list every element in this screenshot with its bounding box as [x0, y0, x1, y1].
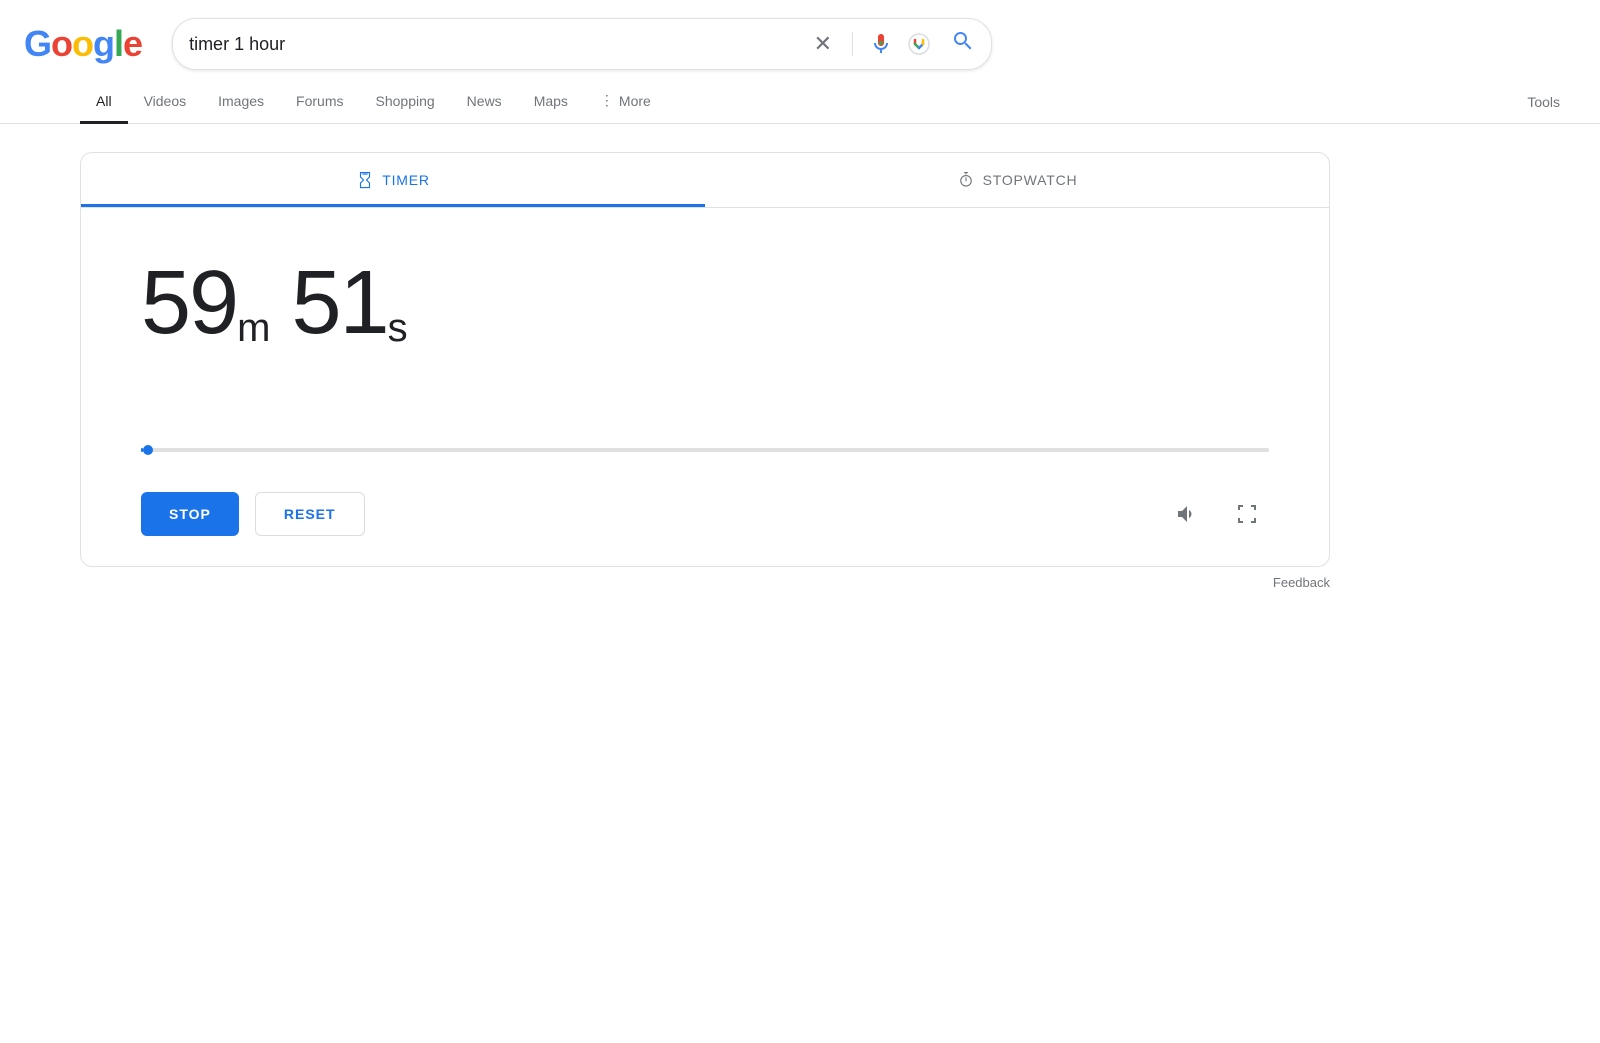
mic-icon[interactable]	[867, 30, 895, 58]
hourglass-icon	[356, 171, 374, 189]
tab-images[interactable]: Images	[202, 81, 280, 124]
timer-card: TIMER STOPWATCH 59m 51s	[80, 152, 1330, 567]
feedback-link[interactable]: Feedback	[1273, 575, 1330, 590]
stopwatch-icon	[957, 171, 975, 189]
nav-tabs: All Videos Images Forums Shopping News M…	[0, 80, 1600, 124]
dots-icon: ⋮	[600, 92, 614, 109]
google-logo[interactable]: Google	[24, 23, 142, 65]
lens-icon[interactable]	[905, 30, 933, 58]
fullscreen-icon[interactable]	[1225, 492, 1269, 536]
tab-more[interactable]: ⋮ More	[584, 80, 667, 124]
timer-seconds: 51	[291, 253, 387, 353]
timer-tabs: TIMER STOPWATCH	[81, 153, 1329, 208]
clear-icon[interactable]: ✕	[808, 31, 838, 57]
progress-bar-bg	[141, 448, 1269, 452]
search-icon[interactable]	[943, 29, 975, 59]
timer-display-area: 59m 51s	[81, 208, 1329, 448]
progress-bar-container	[81, 448, 1329, 472]
tab-maps[interactable]: Maps	[518, 81, 584, 124]
main-content: TIMER STOPWATCH 59m 51s	[0, 124, 1600, 618]
tab-all[interactable]: All	[80, 81, 128, 124]
search-input[interactable]	[189, 34, 798, 55]
volume-icon[interactable]	[1165, 492, 1209, 536]
search-divider	[852, 32, 853, 56]
tab-news[interactable]: News	[451, 81, 518, 124]
header: Google ✕	[0, 0, 1600, 80]
progress-dot	[143, 445, 153, 455]
reset-button[interactable]: RESET	[255, 492, 365, 536]
tab-stopwatch[interactable]: STOPWATCH	[705, 153, 1329, 207]
feedback-row: Feedback	[80, 567, 1330, 590]
tab-forums[interactable]: Forums	[280, 81, 359, 124]
timer-controls: STOP RESET	[81, 472, 1329, 566]
tools-tab[interactable]: Tools	[1511, 82, 1576, 122]
stop-button[interactable]: STOP	[141, 492, 239, 536]
tab-shopping[interactable]: Shopping	[360, 81, 451, 124]
timer-seconds-unit: s	[388, 306, 406, 350]
timer-minutes: 59	[141, 253, 237, 353]
timer-display: 59m 51s	[141, 258, 1269, 348]
tab-timer[interactable]: TIMER	[81, 153, 705, 207]
timer-minutes-unit: m	[237, 306, 268, 350]
tab-videos[interactable]: Videos	[128, 81, 203, 124]
search-bar: ✕	[172, 18, 992, 70]
